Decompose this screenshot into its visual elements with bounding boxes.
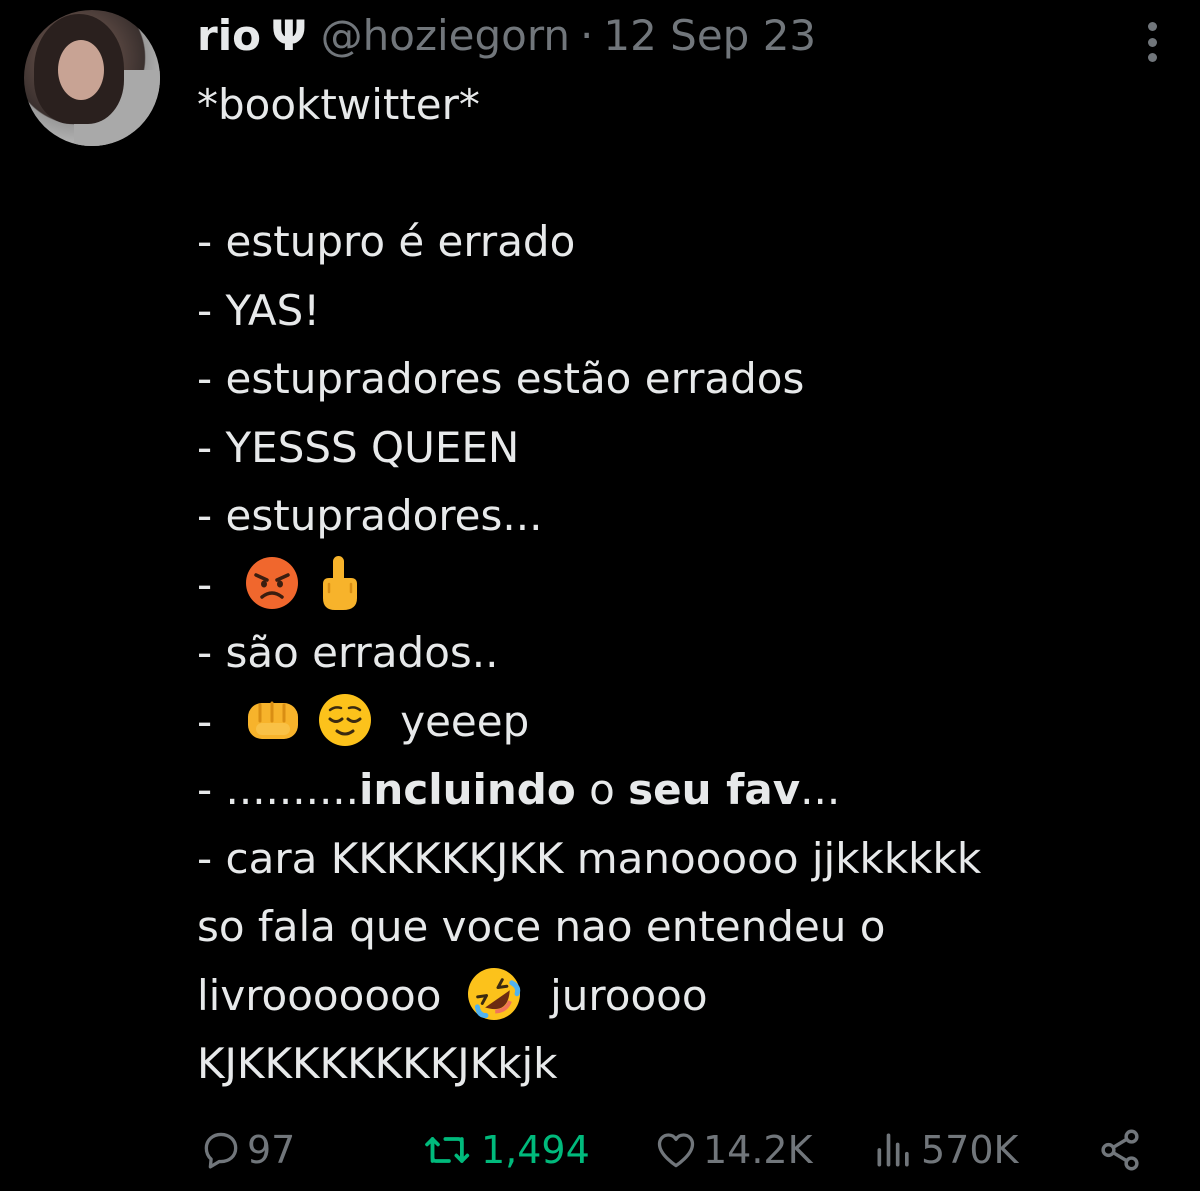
middle-finger-icon [322, 556, 357, 610]
tweet-line-text: juroooo [550, 970, 708, 1020]
more-options-icon[interactable] [1146, 22, 1158, 62]
tweet-line-bold: incluindo [359, 765, 576, 814]
separator-dot: · [580, 11, 594, 60]
tweet-line-text: - [197, 559, 213, 609]
tweet-line-text: - .......... [197, 765, 360, 814]
tweet-line: - estupradores estão errados [197, 354, 805, 403]
tweet-line: - yeeep [197, 688, 1157, 757]
heart-icon [657, 1133, 695, 1168]
tweet-line: - YESSS QUEEN [197, 422, 520, 472]
angry-face-icon [245, 557, 298, 609]
tweet-line-text: o [575, 765, 629, 814]
action-bar: 97 1,494 14.2K 570K [197, 1120, 1157, 1180]
share-button[interactable] [1097, 1120, 1143, 1180]
tweet-line: *booktwitter* [197, 80, 480, 129]
share-icon [1101, 1129, 1139, 1171]
reply-count: 97 [247, 1128, 296, 1172]
oncoming-fist-icon [247, 701, 298, 739]
tweet-line-text: yeeep [400, 696, 530, 746]
retweet-button[interactable]: 1,494 [421, 1120, 590, 1180]
tweet-line: KJKKKKKKKKJKkjk [197, 1039, 558, 1088]
views-chart-icon [877, 1133, 909, 1167]
rolling-on-floor-laughing-icon [467, 968, 520, 1020]
reply-button[interactable]: 97 [199, 1120, 295, 1180]
views-button[interactable]: 570K [871, 1120, 1018, 1180]
like-button[interactable]: 14.2K [653, 1120, 813, 1180]
tweet-line-text: - [197, 696, 213, 746]
tweet-line: - estupro é errado [197, 217, 576, 266]
tweet-date[interactable]: 12 Sep 23 [603, 8, 816, 64]
tweet[interactable]: rio Ψ @hoziegorn · 12 Sep 23 *booktwitte… [0, 0, 1200, 1191]
relieved-face-icon [318, 694, 371, 746]
tweet-line-bold: seu fav [628, 765, 801, 814]
name-symbol: Ψ [270, 11, 307, 60]
tweet-line: livrooooooo juroooo [197, 962, 1157, 1031]
tweet-line-text: ... [800, 765, 841, 814]
tweet-header: rio Ψ @hoziegorn · 12 Sep 23 [197, 8, 816, 64]
tweet-line: - [197, 551, 1157, 620]
retweet-icon [425, 1137, 470, 1163]
tweet-line: - ..........incluindo o seu fav... [197, 756, 1157, 825]
retweet-count: 1,494 [481, 1128, 590, 1172]
avatar-face [58, 40, 104, 100]
handle[interactable]: @hoziegorn [321, 8, 570, 64]
views-count: 570K [921, 1128, 1019, 1172]
tweet-text: *booktwitter* - estupro é errado - YAS! … [197, 71, 1157, 1099]
avatar[interactable] [24, 10, 160, 146]
tweet-line-text: livrooooooo [197, 970, 442, 1020]
like-count: 14.2K [703, 1128, 813, 1172]
tweet-line: - estupradores... [197, 491, 543, 540]
tweet-line: - são errados.. [197, 628, 499, 677]
tweet-line: - cara KKKKKKJKK manooooo jjkkkkkk [197, 833, 982, 883]
display-name[interactable]: rio [197, 8, 261, 64]
tweet-line: - YAS! [197, 285, 321, 335]
reply-icon [204, 1132, 238, 1169]
tweet-line: so fala que voce nao entendeu o [197, 902, 886, 951]
